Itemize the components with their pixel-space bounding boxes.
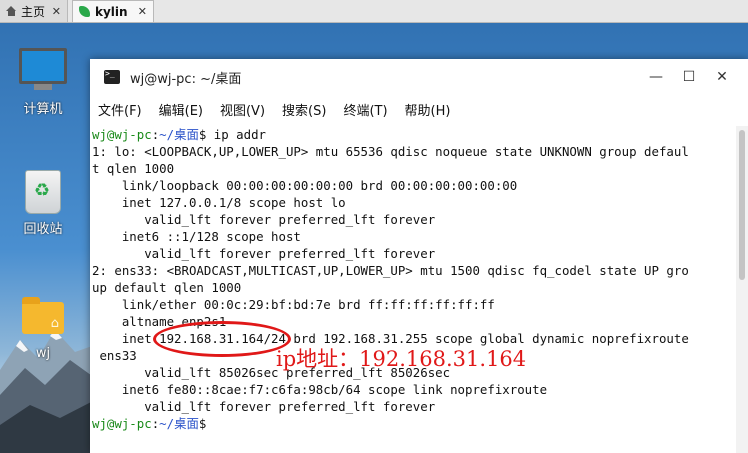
prompt-path: ~/桌面 [159,127,199,142]
prompt-line: wj@wj-pc:~/桌面$ [92,415,738,432]
desktop-icon-computer[interactable]: 计算机 [12,48,74,117]
menu-edit[interactable]: 编辑(E) [159,100,203,119]
output-line: 2: ens33: <BROADCAST,MULTICAST,UP,LOWER_… [92,263,689,278]
home-folder-icon [22,297,64,334]
menu-help[interactable]: 帮助(H) [405,100,451,119]
output-line: inet6 ::1/128 scope host [92,229,301,244]
prompt-path: ~/桌面 [159,416,199,431]
window-title: wj@wj-pc: ~/桌面 [130,71,242,87]
tab-kylin-label: kylin [95,4,128,19]
tab-kylin[interactable]: kylin ✕ [72,0,154,22]
maximize-button[interactable]: ☐ [679,67,699,87]
menu-view[interactable]: 视图(V) [220,100,265,119]
desktop-icon-trash[interactable]: 回收站 [12,170,74,237]
output-line: t qlen 1000 [92,161,175,176]
output-line: link/loopback 00:00:00:00:00:00 brd 00:0… [92,178,518,193]
command-text: ip addr [206,127,267,142]
terminal-window: wj@wj-pc: ~/桌面 — ☐ ✕ 文件(F) 编辑(E) 视图(V) 搜… [90,59,748,453]
menu-terminal[interactable]: 终端(T) [343,100,387,119]
prompt-line: wj@wj-pc:~/桌面$ ip addr [92,126,738,143]
prompt-user: wj@wj-pc [92,416,152,431]
computer-icon [19,48,67,90]
trash-icon [25,170,61,214]
ip-annotation-text: ip地址：192.168.31.164 [276,347,527,371]
desktop-icon-label: 计算机 [23,102,63,117]
output-line: link/ether 00:0c:29:bf:bd:7e brd ff:ff:f… [92,297,495,312]
output-line: valid_lft forever preferred_lft forever [92,246,436,261]
output-line: 1: lo: <LOOPBACK,UP,LOWER_UP> mtu 65536 … [92,144,689,159]
tab-home-close-icon[interactable]: ✕ [52,5,61,18]
close-button[interactable]: ✕ [712,67,732,87]
tab-kylin-close-icon[interactable]: ✕ [138,5,147,18]
home-icon [6,6,17,16]
minimize-button[interactable]: — [646,67,666,87]
prompt-dollar: $ [198,416,207,431]
vm-tab-bar: 主页 ✕ kylin ✕ [0,0,748,23]
ip-highlight-ellipse [153,321,291,357]
terminal-icon [104,69,120,84]
menu-search[interactable]: 搜索(S) [282,100,326,119]
desktop-icon-label: 回收站 [23,222,63,237]
output-line: inet 127.0.0.1/8 scope host lo [92,195,346,210]
tab-home-label: 主页 [21,4,46,19]
desktop-icon-home[interactable]: wj [12,297,74,361]
output-line: up default qlen 1000 [92,280,242,295]
prompt-user: wj@wj-pc [92,127,152,142]
terminal-scrollbar[interactable] [736,126,748,453]
window-titlebar[interactable]: wj@wj-pc: ~/桌面 — ☐ ✕ [90,59,748,95]
scrollbar-thumb[interactable] [739,130,745,280]
terminal-output[interactable]: wj@wj-pc:~/桌面$ ip addr 1: lo: <LOOPBACK,U… [90,126,738,453]
menu-bar: 文件(F) 编辑(E) 视图(V) 搜索(S) 终端(T) 帮助(H) [90,95,748,123]
output-line: valid_lft forever preferred_lft forever [92,399,436,414]
vm-icon [79,6,90,17]
desktop-icon-label: wj [35,346,51,361]
output-line: inet6 fe80::8cae:f7:c6fa:98cb/64 scope l… [92,382,548,397]
menu-file[interactable]: 文件(F) [98,100,142,119]
tab-home[interactable]: 主页 ✕ [0,0,68,22]
output-line: valid_lft forever preferred_lft forever [92,212,436,227]
